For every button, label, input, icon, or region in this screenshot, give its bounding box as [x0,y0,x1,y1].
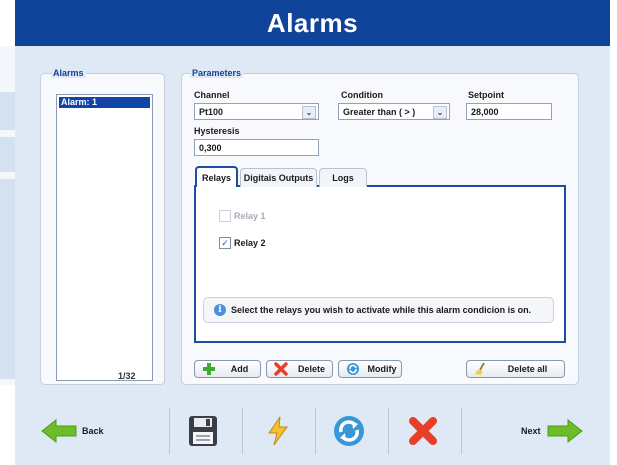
relay-2-checkbox[interactable]: ✓ Relay 2 [219,237,266,249]
refresh-button[interactable] [333,415,365,447]
list-item-alarm-1[interactable]: Alarm: 1 [59,97,150,108]
checkbox-icon [219,210,231,222]
divider [242,408,243,454]
condition-value: Greater than ( > ) [343,106,416,117]
lightning-icon [268,416,288,446]
delete-all-label: Delete all [507,364,548,374]
save-button[interactable] [188,415,218,447]
info-text: Select the relays you wish to activate w… [231,305,532,315]
divider [388,408,389,454]
title-bar: Alarms [15,0,610,46]
arrow-right-icon [547,419,583,443]
delete-button[interactable]: Delete [266,360,333,378]
left-strip-block [0,137,15,172]
modify-button[interactable]: Modify [338,360,402,378]
setpoint-label: Setpoint [468,90,504,100]
chevron-down-icon[interactable]: ⌄ [302,106,316,119]
page-title: Alarms [266,7,359,38]
delete-label: Delete [297,364,325,374]
divider [315,408,316,454]
condition-label: Condition [341,90,383,100]
refresh-icon [334,416,364,446]
back-label: Back [82,426,104,436]
next-label: Next [521,426,541,436]
alarms-list[interactable]: Alarm: 1 [56,94,153,381]
hysteresis-input[interactable]: 0,300 [194,139,319,156]
hysteresis-value: 0,300 [199,142,222,153]
alarms-legend: Alarms [51,68,86,78]
hysteresis-label: Hysteresis [194,126,240,136]
parameters-legend: Parameters [190,68,244,78]
channel-label: Channel [194,90,230,100]
chevron-down-icon[interactable]: ⌄ [433,106,447,119]
delete-icon [271,362,291,376]
setpoint-input[interactable]: 28,000 [466,103,552,120]
alarm-count: 1/32 [118,371,136,381]
tab-logs[interactable]: Logs [319,168,367,187]
arrow-left-icon [41,419,77,443]
left-strip-block [0,92,15,130]
left-strip-block [0,179,15,379]
divider [461,408,462,454]
add-button[interactable]: Add [194,360,261,378]
modify-label: Modify [367,364,397,374]
setpoint-value: 28,000 [471,106,499,117]
checkmark-icon: ✓ [219,237,231,249]
divider [169,408,170,454]
back-button[interactable]: Back [40,419,104,443]
save-icon [189,416,217,446]
relay-1-checkbox[interactable]: Relay 1 [219,210,266,222]
relay-2-label: Relay 2 [234,238,266,248]
refresh-icon [343,362,363,376]
delete-all-button[interactable]: Delete all [466,360,565,378]
tab-relays[interactable]: Relays [195,166,238,187]
cancel-button[interactable] [408,416,438,446]
broom-icon [471,362,491,376]
info-message: i Select the relays you wish to activate… [203,297,554,323]
next-button[interactable]: Next [521,419,584,443]
add-label: Add [230,364,249,374]
condition-dropdown[interactable]: Greater than ( > ) ⌄ [338,103,450,120]
tab-digital-outputs[interactable]: Digitais Outputs [240,168,317,187]
channel-value: Pt100 [199,106,224,117]
plus-icon [199,362,219,376]
relay-1-label: Relay 1 [234,211,266,221]
channel-dropdown[interactable]: Pt100 ⌄ [194,103,319,120]
lightning-button[interactable] [266,416,290,446]
close-icon [409,417,437,445]
info-icon: i [214,304,226,316]
